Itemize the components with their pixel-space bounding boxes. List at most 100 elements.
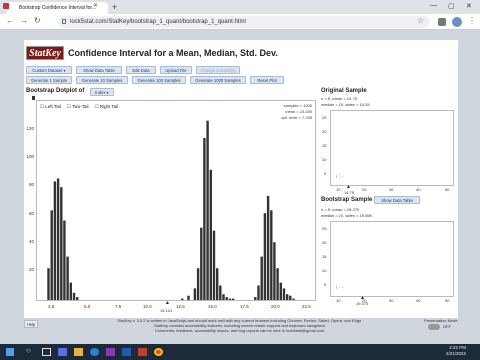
show-data-table-button[interactable]: Show Data Table xyxy=(76,66,122,74)
y-tick: 120 xyxy=(26,126,34,131)
footer-text: StatKey v. 3.0.2 is written in JavaScrip… xyxy=(80,318,400,333)
histogram-bar xyxy=(63,220,66,300)
x-tick: 15.0 xyxy=(208,304,217,309)
address-bar[interactable]: lock5stat.com/StatKey/bootstrap_1_quant/… xyxy=(58,16,430,28)
histogram-bar xyxy=(181,298,184,300)
footer-line: Comments, feedback, accessibility issues… xyxy=(154,328,326,333)
generate-100-samples-button[interactable]: Generate 100 Samples xyxy=(132,76,186,84)
presentation-toggle[interactable] xyxy=(428,324,440,330)
lock-icon xyxy=(62,19,66,24)
bootstrap-stats-line2: median = 10, stdev = 18.996 xyxy=(321,213,372,218)
y-tick: 100 xyxy=(26,154,34,159)
histogram-bar xyxy=(228,298,232,300)
histogram-bar xyxy=(76,297,79,300)
histogram-bar xyxy=(203,138,206,300)
statistic-select[interactable]: Index ▾ xyxy=(90,88,114,96)
histogram-bar xyxy=(289,295,292,300)
dotplot-bars xyxy=(47,120,295,300)
back-icon[interactable]: ← xyxy=(6,16,14,25)
y-tick: 10 xyxy=(322,268,327,273)
upload-file-button[interactable]: Upload File xyxy=(160,66,192,74)
reload-icon[interactable]: ↻ xyxy=(34,16,41,25)
chrome-icon[interactable] xyxy=(154,348,163,356)
minimize-icon[interactable]: — xyxy=(430,2,437,9)
powerpoint-icon[interactable] xyxy=(138,348,147,356)
y-tick: 20 xyxy=(28,267,34,272)
bootstrap-mean-label: 19.375 xyxy=(356,301,369,306)
forward-icon[interactable]: → xyxy=(20,16,28,25)
maximize-icon[interactable]: ▢ xyxy=(448,2,455,10)
histogram-bar xyxy=(219,285,222,300)
close-window-icon[interactable]: ✕ xyxy=(466,2,472,10)
histogram-bar xyxy=(216,268,219,300)
bootstrap-dots: ⁝ · · xyxy=(336,285,344,291)
task-view-icon[interactable] xyxy=(42,348,51,356)
histogram-bar xyxy=(56,178,60,300)
edit-data-button[interactable]: Edit Data xyxy=(126,66,156,74)
mean-marker-label: 15.101 xyxy=(160,308,173,313)
histogram-bar xyxy=(60,187,63,300)
x-tick: 20 xyxy=(362,187,367,192)
x-tick: 50 xyxy=(445,298,450,303)
y-tick: 60 xyxy=(28,211,34,216)
edge-icon[interactable] xyxy=(90,348,99,356)
histogram-bar xyxy=(66,256,69,300)
browser-menu-icon[interactable]: ⋮ xyxy=(468,16,476,25)
windows-taskbar xyxy=(0,344,480,360)
reset-plot-button[interactable]: Reset Plot xyxy=(250,76,284,84)
bootstrap-show-data-table-button[interactable]: Show Data Table xyxy=(374,196,420,204)
x-tick: 7.5 xyxy=(115,304,122,309)
y-tick: 80 xyxy=(28,182,34,187)
start-icon[interactable] xyxy=(6,348,14,356)
clock-date: 2/21/2022 xyxy=(445,351,466,356)
histogram-bar xyxy=(209,169,212,300)
histogram-bar xyxy=(196,268,200,300)
page-title: Confidence Interval for a Mean, Median, … xyxy=(68,48,278,58)
histogram-bar xyxy=(187,295,190,300)
x-tick: 5.0 xyxy=(84,304,91,309)
histogram-bar xyxy=(72,292,76,300)
histogram-bar xyxy=(273,242,276,300)
profile-avatar[interactable] xyxy=(452,17,462,27)
histogram-bar xyxy=(263,213,267,300)
y-tick: 40 xyxy=(28,239,34,244)
custom-dataset-button[interactable]: Custom Dataset ▾ xyxy=(26,66,72,74)
presentation-mode-label: Presentation Mode xyxy=(424,318,458,323)
cursor-icon xyxy=(32,96,35,100)
histogram-bar xyxy=(266,195,270,300)
help-button[interactable]: Help xyxy=(24,320,38,328)
file-explorer-icon[interactable] xyxy=(74,348,83,356)
close-tab-icon[interactable]: ✕ xyxy=(93,2,98,9)
histogram-bar xyxy=(276,268,279,300)
search-icon[interactable]: ○ xyxy=(26,346,31,355)
word-icon[interactable] xyxy=(122,348,131,356)
taskbar-clock[interactable]: 2:22 PM 2/21/2022 xyxy=(426,345,466,357)
histogram-bar xyxy=(53,181,57,300)
histogram-bar xyxy=(225,297,228,300)
original-sample-plot[interactable] xyxy=(330,110,454,186)
tab-title: Bootstrap Confidence Interval for... xyxy=(19,5,96,11)
onenote-icon[interactable] xyxy=(106,348,115,356)
generate-1-sample-button[interactable]: Generate 1 Sample xyxy=(26,76,72,84)
extension-icon[interactable] xyxy=(438,18,446,26)
generate-10-samples-button[interactable]: Generate 10 Samples xyxy=(76,76,128,84)
bootstrap-sample-plot[interactable] xyxy=(330,221,454,297)
x-tick: 40 xyxy=(416,187,421,192)
statkey-logo[interactable]: StatKey xyxy=(26,46,64,60)
x-tick: 50 xyxy=(445,187,450,192)
histogram-bar xyxy=(286,294,289,300)
y-tick: 25 xyxy=(322,115,327,120)
change-columns-button[interactable]: Change Column(s) xyxy=(196,66,240,74)
x-tick: 17.5 xyxy=(240,304,249,309)
dotplot-label: Bootstrap Dotplot of xyxy=(26,88,85,94)
teams-icon[interactable] xyxy=(58,348,67,356)
histogram-bar xyxy=(212,230,216,300)
bookmark-star-icon[interactable]: ☆ xyxy=(417,16,424,25)
y-tick: 15 xyxy=(322,143,327,148)
y-tick: 15 xyxy=(322,254,327,259)
histogram-bar xyxy=(200,227,203,300)
histogram-bar xyxy=(254,297,257,300)
new-tab-icon[interactable]: + xyxy=(112,2,117,12)
generate-1000-samples-button[interactable]: Generate 1000 Samples xyxy=(190,76,246,84)
original-sample-title: Original Sample xyxy=(321,88,367,94)
